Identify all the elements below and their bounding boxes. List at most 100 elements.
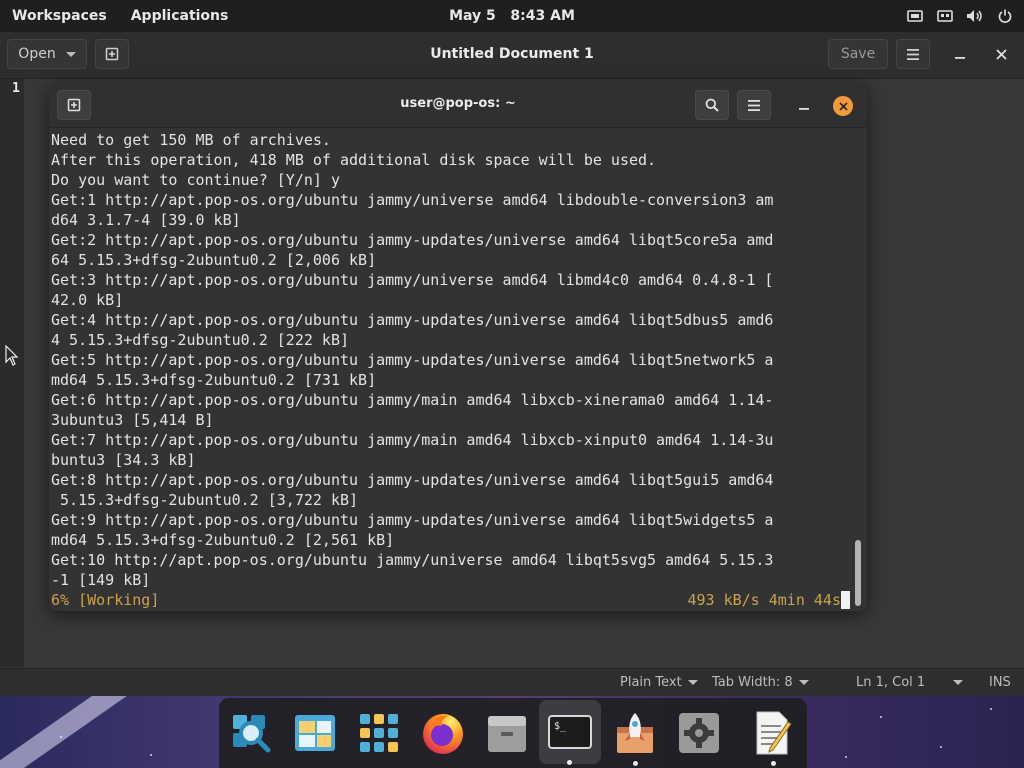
terminal-cursor bbox=[841, 591, 850, 609]
workspaces-icon bbox=[295, 715, 335, 751]
terminal-headerbar: user@pop-os: ~ bbox=[49, 83, 867, 128]
dock: $_ bbox=[219, 698, 807, 768]
rocket-shop-icon bbox=[617, 713, 653, 753]
dock-firefox[interactable] bbox=[417, 708, 469, 758]
dock-terminal[interactable]: $_ bbox=[539, 700, 601, 765]
dock-text-editor[interactable] bbox=[747, 708, 799, 766]
tab-width-selector[interactable]: Tab Width: 8 bbox=[712, 675, 809, 690]
terminal-line: 64 5.15.3+dfsg-2ubuntu0.2 [2,006 kB] bbox=[51, 251, 377, 269]
firefox-icon bbox=[423, 714, 463, 754]
line-number: 1 bbox=[12, 81, 20, 96]
terminal-line: md64 5.15.3+dfsg-2ubuntu0.2 [2,561 kB] bbox=[51, 531, 395, 549]
app-grid-icon bbox=[360, 714, 398, 752]
terminal-line: Get:1 http://apt.pop-os.org/ubuntu jammy… bbox=[51, 191, 774, 209]
terminal-line: Get:4 http://apt.pop-os.org/ubuntu jammy… bbox=[51, 311, 774, 329]
terminal-line: Get:8 http://apt.pop-os.org/ubuntu jammy… bbox=[51, 471, 774, 489]
dock-app-grid[interactable] bbox=[353, 708, 405, 758]
terminal-line: Get:3 http://apt.pop-os.org/ubuntu jammy… bbox=[51, 271, 774, 289]
terminal-line: 4 5.15.3+dfsg-2ubuntu0.2 [222 kB] bbox=[51, 331, 350, 349]
terminal-minimize-button[interactable] bbox=[787, 90, 821, 120]
cursor-position-selector[interactable]: Ln 1, Col 1 bbox=[856, 675, 964, 690]
terminal-line: buntu3 [34.3 kB] bbox=[51, 451, 196, 469]
apt-progress-status: 6% [Working] bbox=[51, 591, 160, 609]
terminal-line: Get:9 http://apt.pop-os.org/ubuntu jammy… bbox=[51, 511, 774, 529]
terminal-line: 5.15.3+dfsg-2ubuntu0.2 [3,722 kB] bbox=[51, 491, 359, 509]
dock-pop-shop[interactable] bbox=[609, 708, 661, 766]
mouse-pointer-icon bbox=[5, 345, 19, 366]
terminal-line: Do you want to continue? [Y/n] y bbox=[51, 171, 340, 189]
apt-download-speed: 493 kB/s 4min 44s bbox=[687, 591, 841, 609]
editor-close-button[interactable] bbox=[986, 42, 1016, 66]
network-wired-icon[interactable] bbox=[936, 7, 954, 25]
language-selector[interactable]: Plain Text bbox=[620, 675, 698, 690]
terminal-close-button[interactable] bbox=[833, 96, 853, 116]
running-indicator bbox=[771, 761, 776, 766]
terminal-menu-button[interactable] bbox=[737, 90, 771, 120]
dock-settings[interactable] bbox=[673, 708, 725, 758]
file-cabinet-icon bbox=[488, 716, 526, 752]
hamburger-menu-icon bbox=[748, 99, 760, 111]
wallpaper-star bbox=[990, 708, 992, 710]
terminal-line: Get:10 http://apt.pop-os.org/ubuntu jamm… bbox=[51, 551, 774, 569]
clock[interactable]: May 5 8:43 AM bbox=[449, 8, 575, 24]
language-label: Plain Text bbox=[620, 675, 682, 690]
workspaces-button[interactable]: Workspaces bbox=[0, 8, 119, 24]
wallpaper-star bbox=[845, 756, 847, 758]
top-panel: Workspaces Applications May 5 8:43 AM bbox=[0, 0, 1024, 32]
terminal-lines: Need to get 150 MB of archives. After thi… bbox=[51, 130, 773, 590]
wallpaper-star bbox=[150, 754, 152, 756]
magnifier-icon bbox=[233, 715, 271, 753]
minimize-icon bbox=[799, 108, 809, 110]
close-icon bbox=[838, 101, 848, 111]
applications-button[interactable]: Applications bbox=[119, 8, 241, 24]
screenshot-icon[interactable] bbox=[906, 7, 924, 25]
terminal-scrollbar[interactable] bbox=[855, 540, 861, 606]
save-button[interactable]: Save bbox=[828, 39, 888, 69]
terminal-line: md64 5.15.3+dfsg-2ubuntu0.2 [731 kB] bbox=[51, 371, 377, 389]
editor-statusbar: Plain Text Tab Width: 8 Ln 1, Col 1 INS bbox=[0, 668, 1024, 697]
chevron-down-icon bbox=[953, 680, 964, 685]
terminal-line: Get:5 http://apt.pop-os.org/ubuntu jammy… bbox=[51, 351, 774, 369]
wallpaper-star bbox=[880, 716, 882, 718]
minimize-icon bbox=[955, 57, 965, 59]
wallpaper-star bbox=[60, 736, 62, 738]
terminal-line: d64 3.1.7-4 [39.0 kB] bbox=[51, 211, 241, 229]
cursor-position-label: Ln 1, Col 1 bbox=[856, 675, 926, 690]
terminal-line: 42.0 kB] bbox=[51, 291, 124, 309]
chevron-down-icon bbox=[687, 680, 698, 685]
editor-minimize-button[interactable] bbox=[944, 42, 976, 66]
terminal-line: Need to get 150 MB of archives. bbox=[51, 131, 331, 149]
gear-icon bbox=[679, 713, 719, 753]
terminal-search-button[interactable] bbox=[695, 90, 729, 120]
dock-workspaces-app[interactable] bbox=[289, 708, 341, 758]
system-tray bbox=[906, 0, 1014, 32]
search-icon bbox=[705, 98, 719, 112]
terminal-line: Get:7 http://apt.pop-os.org/ubuntu jammy… bbox=[51, 431, 774, 449]
terminal-line: After this operation, 418 MB of addition… bbox=[51, 151, 657, 169]
running-indicator bbox=[633, 761, 638, 766]
insert-mode-indicator: INS bbox=[989, 675, 1011, 690]
running-indicator bbox=[567, 760, 572, 765]
dock-search-app[interactable] bbox=[225, 708, 277, 758]
terminal-line: -1 [149 kB] bbox=[51, 571, 151, 589]
editor-menu-button[interactable] bbox=[896, 39, 930, 69]
editor-headerbar: Open Untitled Document 1 Save bbox=[0, 32, 1024, 79]
tab-width-label: Tab Width: 8 bbox=[712, 675, 793, 690]
volume-icon[interactable] bbox=[966, 7, 984, 25]
dock-files[interactable] bbox=[481, 708, 533, 758]
line-number-gutter: 1 bbox=[0, 79, 24, 667]
svg-text:$_: $_ bbox=[554, 721, 567, 732]
wallpaper-star bbox=[940, 746, 942, 748]
hamburger-menu-icon bbox=[907, 48, 919, 60]
chevron-down-icon bbox=[798, 680, 809, 685]
terminal-line: Get:2 http://apt.pop-os.org/ubuntu jammy… bbox=[51, 231, 774, 249]
terminal-line: Get:6 http://apt.pop-os.org/ubuntu jammy… bbox=[51, 391, 774, 409]
close-icon bbox=[995, 48, 1007, 60]
power-icon[interactable] bbox=[996, 7, 1014, 25]
terminal-line: 3ubuntu3 [5,414 B] bbox=[51, 411, 214, 429]
terminal-output[interactable]: Need to get 150 MB of archives. After thi… bbox=[49, 128, 867, 611]
wallpaper-light-streak bbox=[0, 696, 175, 768]
terminal-icon: $_ bbox=[548, 715, 592, 749]
text-editor-icon bbox=[756, 711, 792, 755]
terminal-window: user@pop-os: ~ Need to get 150 MB of arc… bbox=[49, 83, 867, 611]
